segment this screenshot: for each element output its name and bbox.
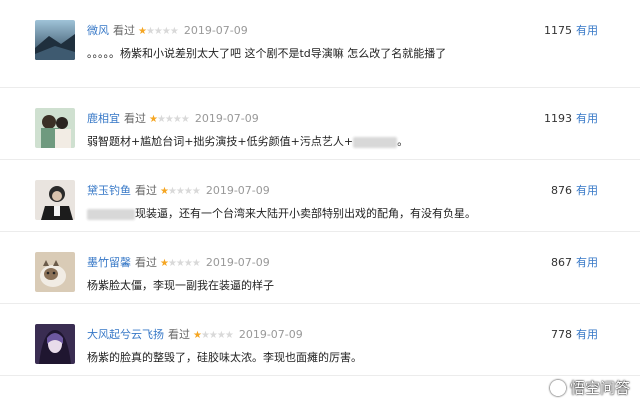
useful-button[interactable]: 有用 xyxy=(576,112,598,125)
avatar-image xyxy=(35,108,75,148)
review-list: 微风 看过 ★★★★★ 2019-07-09 。。。。。杨紫和小说差别太大了吧 这个剧… xyxy=(0,0,640,376)
review-date: 2019-07-09 xyxy=(194,112,259,125)
avatar[interactable] xyxy=(35,252,75,292)
review-item: 微风 看过 ★★★★★ 2019-07-09 。。。。。杨紫和小说差别太大了吧 这个剧… xyxy=(0,0,640,88)
review-date: 2019-07-09 xyxy=(205,256,270,269)
avatar-image xyxy=(35,20,75,60)
review-meta: 微风 看过 ★★★★★ 2019-07-09 xyxy=(87,22,248,38)
star-icon: ★ xyxy=(160,186,169,197)
vote-area: 1175 有用 xyxy=(544,22,598,38)
star-icon: ★ xyxy=(149,114,158,125)
watched-label: 看过 xyxy=(124,112,146,125)
rating-stars: ★★★★★ xyxy=(160,258,201,269)
review-text-part: 。 xyxy=(397,135,409,148)
wukong-logo-icon xyxy=(549,380,566,396)
watermark-text: 悟空问答 xyxy=(569,379,630,397)
review-date: 2019-07-09 xyxy=(183,24,248,37)
useful-button[interactable]: 有用 xyxy=(576,256,598,269)
review-text: 弱智题材+尴尬台词+拙劣演技+低劣颜值+污点艺人+ 。 xyxy=(87,133,408,149)
star-icon: ★★★★ xyxy=(200,330,234,341)
rating-stars: ★★★★★ xyxy=(149,114,190,125)
vote-area: 778 有用 xyxy=(551,326,598,342)
watermark: 悟空问答 xyxy=(549,377,630,398)
vote-area: 867 有用 xyxy=(551,254,598,270)
avatar[interactable] xyxy=(35,108,75,148)
review-text: 现装逼，还有一个台湾来大陆开小卖部特别出戏的配角，有没有负星。 xyxy=(87,205,476,221)
review-text: 。。。。。杨紫和小说差别太大了吧 这个剧不是td导演嘛 怎么改了名就能播了 xyxy=(87,47,447,60)
review-meta: 大风起兮云飞扬 看过 ★★★★★ 2019-07-09 xyxy=(87,326,303,342)
useful-button[interactable]: 有用 xyxy=(576,184,598,197)
username-link[interactable]: 墨竹留馨 xyxy=(87,256,131,269)
blurred-text xyxy=(353,136,398,148)
star-icon: ★★★★ xyxy=(167,186,201,197)
review-item: 黛玉钓鱼 看过 ★★★★★ 2019-07-09 现装逼，还有一个台湾来大陆开小卖部特… xyxy=(0,160,640,232)
review-meta: 鹿相宜 看过 ★★★★★ 2019-07-09 xyxy=(87,110,259,126)
useful-button[interactable]: 有用 xyxy=(576,24,598,37)
avatar[interactable] xyxy=(35,20,75,60)
review-text-part: 弱智题材+尴尬台词+拙劣演技+低劣颜值+污点艺人+ xyxy=(87,135,354,148)
useful-button[interactable]: 有用 xyxy=(576,328,598,341)
review-text-part: 现装逼，还有一个台湾来大陆开小卖部特别出戏的配角，有没有负星。 xyxy=(135,207,476,220)
review-item: 大风起兮云飞扬 看过 ★★★★★ 2019-07-09 杨紫的脸真的整毁了，硅胶味太浓… xyxy=(0,304,640,376)
watched-label: 看过 xyxy=(113,24,135,37)
review-meta: 墨竹留馨 看过 ★★★★★ 2019-07-09 xyxy=(87,254,270,270)
avatar-image xyxy=(35,252,75,292)
star-icon: ★★★★ xyxy=(156,114,190,125)
star-icon: ★★★★ xyxy=(145,26,179,37)
watched-label: 看过 xyxy=(135,184,157,197)
review-item: 鹿相宜 看过 ★★★★★ 2019-07-09 弱智题材+尴尬台词+拙劣演技+低劣颜值… xyxy=(0,88,640,160)
avatar-image xyxy=(35,324,75,364)
vote-count: 867 xyxy=(551,256,572,269)
rating-stars: ★★★★★ xyxy=(160,186,201,197)
rating-stars: ★★★★★ xyxy=(193,330,234,341)
star-icon: ★ xyxy=(160,258,169,269)
review-text: 杨紫的脸真的整毁了，硅胶味太浓。李现也面瘫的厉害。 xyxy=(87,351,362,364)
username-link[interactable]: 微风 xyxy=(87,24,109,37)
star-icon: ★★★★ xyxy=(167,258,201,269)
watched-label: 看过 xyxy=(135,256,157,269)
watched-label: 看过 xyxy=(168,328,190,341)
review-date: 2019-07-09 xyxy=(205,184,270,197)
star-icon: ★ xyxy=(193,330,202,341)
vote-area: 1193 有用 xyxy=(544,110,598,126)
review-date: 2019-07-09 xyxy=(238,328,303,341)
vote-count: 1193 xyxy=(544,112,572,125)
avatar-image xyxy=(35,180,75,220)
avatar[interactable] xyxy=(35,180,75,220)
vote-count: 876 xyxy=(551,184,572,197)
username-link[interactable]: 黛玉钓鱼 xyxy=(87,184,131,197)
avatar[interactable] xyxy=(35,324,75,364)
rating-stars: ★★★★★ xyxy=(138,26,179,37)
vote-count: 778 xyxy=(551,328,572,341)
review-item: 墨竹留馨 看过 ★★★★★ 2019-07-09 杨紫脸太僵，李现一副我在装逼的样子 … xyxy=(0,232,640,304)
vote-count: 1175 xyxy=(544,24,572,37)
blurred-text xyxy=(87,208,135,220)
username-link[interactable]: 大风起兮云飞扬 xyxy=(87,328,164,341)
review-meta: 黛玉钓鱼 看过 ★★★★★ 2019-07-09 xyxy=(87,182,270,198)
vote-area: 876 有用 xyxy=(551,182,598,198)
review-text: 杨紫脸太僵，李现一副我在装逼的样子 xyxy=(87,279,274,292)
username-link[interactable]: 鹿相宜 xyxy=(87,112,120,125)
star-icon: ★ xyxy=(138,26,147,37)
